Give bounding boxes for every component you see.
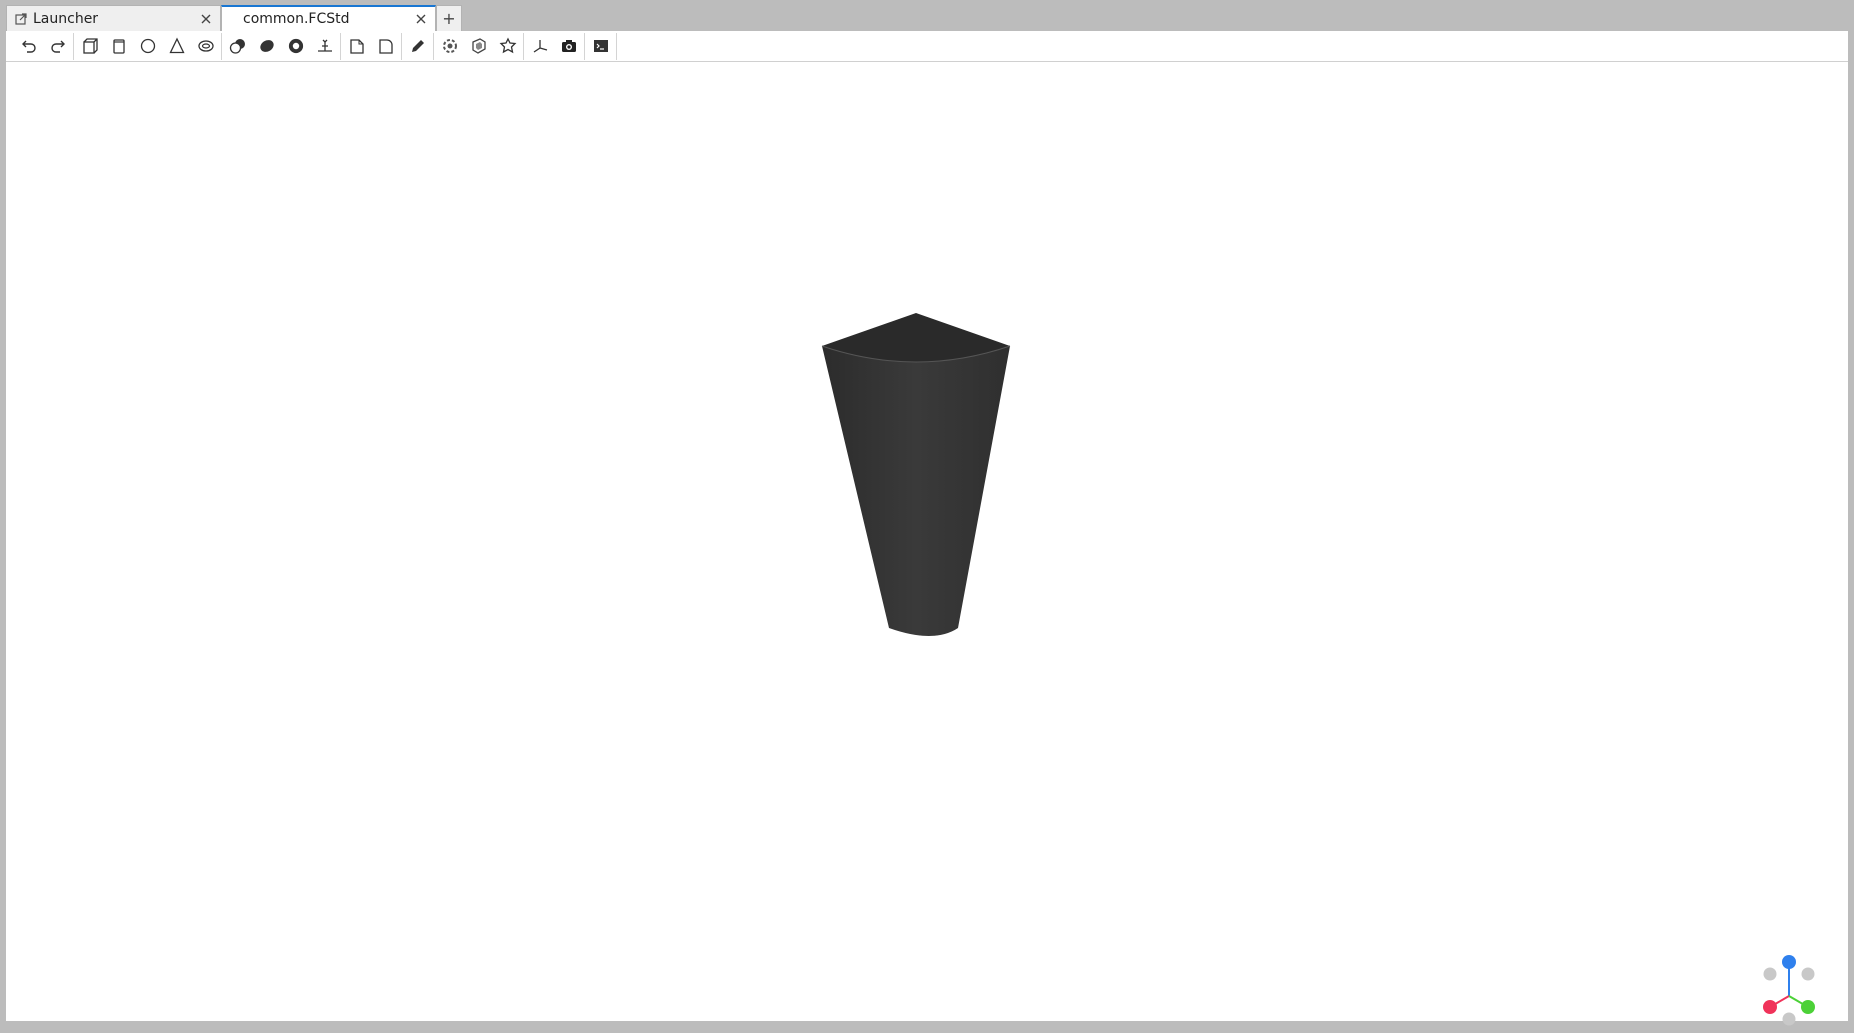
axis-x-positive xyxy=(1763,1000,1777,1014)
close-icon[interactable] xyxy=(200,13,212,25)
intersection-icon xyxy=(259,40,274,52)
difference-icon xyxy=(288,38,303,54)
revolve-icon xyxy=(471,38,486,54)
sketch-icon xyxy=(411,40,424,52)
tab-launcher[interactable]: Launcher xyxy=(6,5,221,31)
cone-icon xyxy=(168,37,185,54)
toolbar-separator xyxy=(433,32,434,60)
tab-common-fcstd[interactable]: common.FCStd xyxy=(221,5,436,31)
axis-y-positive xyxy=(1801,1000,1815,1014)
chamfer-icon xyxy=(349,39,364,54)
screenshot-button[interactable] xyxy=(554,33,583,60)
undo-icon xyxy=(21,40,36,53)
cylinder-button[interactable] xyxy=(104,33,133,60)
navigation-cube[interactable] xyxy=(1751,953,1821,1033)
toolbar-separator xyxy=(584,32,585,60)
union-button[interactable] xyxy=(223,33,252,60)
console-button[interactable] xyxy=(586,33,615,60)
union-icon xyxy=(229,39,245,54)
axis-x-negative xyxy=(1801,967,1815,981)
tab-common-fcstd-label: common.FCStd xyxy=(243,11,350,27)
box-button[interactable] xyxy=(75,33,104,60)
extrude-icon xyxy=(442,39,457,53)
undo-button[interactable] xyxy=(14,33,43,60)
toolbar-separator xyxy=(616,32,617,60)
sphere-icon xyxy=(140,38,155,54)
redo-button[interactable] xyxy=(43,33,72,60)
section-icon xyxy=(317,39,332,52)
fillet-icon xyxy=(378,39,393,54)
polygon-button[interactable] xyxy=(493,33,522,60)
sketch-button[interactable] xyxy=(403,33,432,60)
axis-z-negative xyxy=(1782,1012,1796,1026)
difference-button[interactable] xyxy=(281,33,310,60)
toolbar xyxy=(6,31,1848,62)
axes-button[interactable] xyxy=(525,33,554,60)
box-icon xyxy=(82,38,98,54)
tab-launcher-label: Launcher xyxy=(33,10,99,27)
toolbar-separator xyxy=(221,32,222,60)
chamfer-button[interactable] xyxy=(342,33,371,60)
close-icon[interactable] xyxy=(415,13,427,25)
revolve-button[interactable] xyxy=(464,33,493,60)
axis-y-negative xyxy=(1763,967,1777,981)
intersection-button[interactable] xyxy=(252,33,281,60)
3d-viewport[interactable] xyxy=(6,63,1848,1026)
sphere-button[interactable] xyxy=(133,33,162,60)
fillet-button[interactable] xyxy=(371,33,400,60)
toolbar-separator xyxy=(401,32,402,60)
toolbar-separator xyxy=(523,32,524,60)
cone-button[interactable] xyxy=(162,33,191,60)
console-icon xyxy=(593,40,608,52)
document-window xyxy=(6,31,1848,1026)
screenshot-icon xyxy=(561,40,576,52)
tab-bar: Launcher common.FCStd + xyxy=(6,5,1854,31)
axis-z-positive xyxy=(1782,955,1796,969)
external-link-icon xyxy=(15,12,27,25)
section-button[interactable] xyxy=(310,33,339,60)
toolbar-separator xyxy=(73,32,74,60)
redo-icon xyxy=(50,40,65,53)
extrude-button[interactable] xyxy=(435,33,464,60)
new-tab-button[interactable]: + xyxy=(436,5,462,31)
axes-icon xyxy=(533,40,547,53)
cone-segment-shape[interactable] xyxy=(816,308,1056,648)
cylinder-icon xyxy=(112,39,125,54)
torus-button[interactable] xyxy=(191,33,220,60)
torus-icon xyxy=(197,40,214,52)
toolbar-separator xyxy=(340,32,341,60)
new-tab-label: + xyxy=(442,9,456,28)
polygon-icon xyxy=(499,37,516,54)
